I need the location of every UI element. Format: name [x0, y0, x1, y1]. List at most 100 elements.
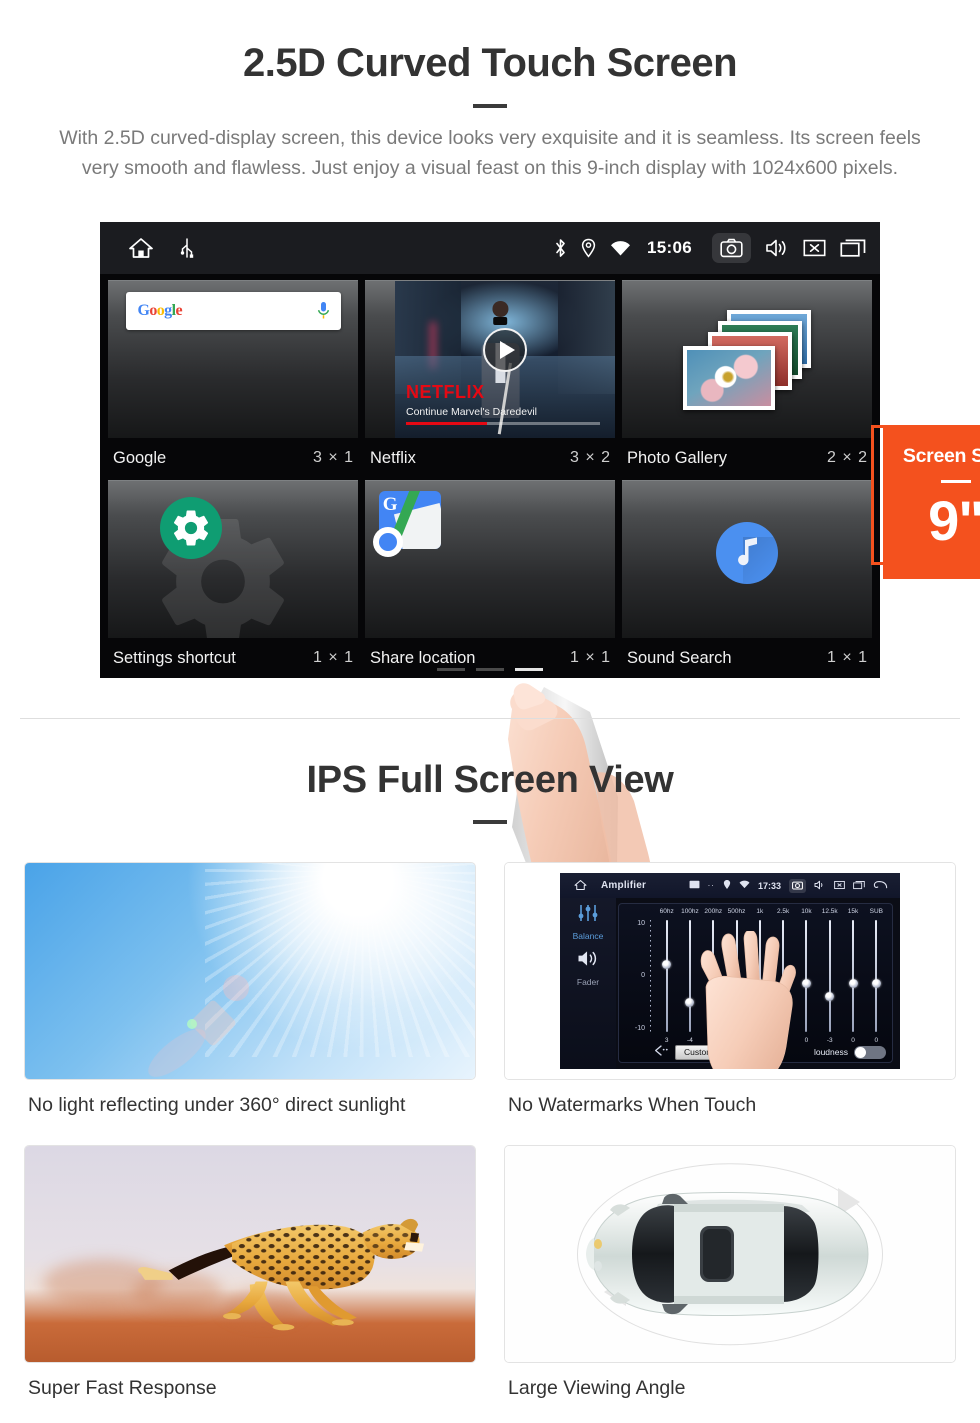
- eq-slider-15k[interactable]: [841, 920, 864, 1032]
- amplifier-sidebar: Balance Fader: [560, 898, 616, 1069]
- sidebar-label-balance[interactable]: Balance: [573, 931, 604, 941]
- touching-hand-illustration: [686, 929, 804, 1069]
- widget-cell-share-location[interactable]: G Share location 1 × 1: [365, 480, 615, 678]
- feature-card-sunlight: No light reflecting under 360° direct su…: [24, 862, 476, 1139]
- scale-label-mid: 0: [641, 971, 645, 979]
- loudness-control[interactable]: loudness: [814, 1045, 886, 1059]
- status-bar-clock: 15:06: [647, 238, 692, 257]
- amplifier-screenshot-image: Amplifier ·· 17:33 Balance Fader 60hz 10…: [504, 862, 956, 1080]
- recents-icon[interactable]: [840, 238, 866, 258]
- close-icon[interactable]: [803, 238, 826, 258]
- section-two-title: IPS Full Screen View: [306, 759, 674, 801]
- widget-name-share-location: Share location: [370, 648, 476, 667]
- sliders-icon[interactable]: [577, 904, 599, 927]
- eq-slider-60hz[interactable]: [655, 920, 678, 1032]
- widget-cell-photo-gallery[interactable]: Photo Gallery 2 × 2: [622, 280, 872, 478]
- camera-icon[interactable]: [789, 878, 806, 893]
- ips-full-screen-view-section: IPS Full Screen View No light reflecting…: [0, 719, 980, 1423]
- sun-rays: [205, 863, 475, 1058]
- back-icon[interactable]: [873, 880, 888, 892]
- maps-person-pin-icon: [373, 527, 403, 557]
- wifi-icon: [739, 880, 750, 891]
- screen-size-badge: Screen Size 9": [883, 427, 980, 579]
- location-icon: [723, 879, 731, 892]
- recents-icon[interactable]: [853, 880, 865, 892]
- loudness-toggle[interactable]: [854, 1045, 886, 1059]
- amplifier-frame: Amplifier ·· 17:33 Balance Fader 60hz 10…: [505, 863, 955, 1079]
- widget-size-netflix: 3 × 2: [569, 449, 611, 466]
- page-dot[interactable]: [437, 668, 465, 671]
- gallery-icon: [689, 880, 700, 891]
- camera-icon[interactable]: [712, 233, 751, 263]
- close-icon[interactable]: [834, 880, 845, 892]
- widget-label-row-sound-search: Sound Search 1 × 1: [622, 638, 872, 678]
- title-underline: [473, 104, 507, 108]
- page-dot[interactable]: [476, 668, 504, 671]
- band-label: 1k: [756, 908, 764, 915]
- band-label: 2.5k: [776, 908, 790, 915]
- widget-cell-sound-search[interactable]: Sound Search 1 × 1: [622, 480, 872, 678]
- character-sunglasses: [493, 316, 508, 325]
- eq-slider-12.5k[interactable]: [818, 920, 841, 1032]
- lens-flare: [187, 1018, 197, 1029]
- band-label: 500hz: [727, 908, 746, 915]
- screen-size-badge-rule: [941, 480, 971, 483]
- page-dot-active[interactable]: [515, 668, 543, 671]
- car-top-view: [586, 1188, 869, 1317]
- cheetah-image: [24, 1145, 476, 1364]
- widget-size-google: 3 × 1: [312, 449, 354, 466]
- widget-preview-sound-search: [622, 480, 872, 638]
- mic-icon[interactable]: [317, 301, 331, 321]
- widget-cell-settings-shortcut[interactable]: Settings shortcut 1 × 1: [108, 480, 358, 678]
- feature-caption-watermarks: No Watermarks When Touch: [508, 1094, 757, 1116]
- play-icon[interactable]: [483, 328, 527, 373]
- status-bar: 15:06: [100, 222, 880, 274]
- netflix-caption: Continue Marvel's Daredevil: [406, 405, 537, 418]
- volume-icon[interactable]: [814, 880, 826, 892]
- usb-icon[interactable]: [180, 237, 194, 259]
- screen-size-badge-title: Screen Size: [902, 445, 980, 467]
- android-home-screen: 15:06 Google Google 3 × 1 NETFLIX Contin…: [100, 222, 880, 678]
- amplifier-title: Amplifier: [601, 880, 647, 891]
- widget-cell-google[interactable]: Google Google 3 × 1: [108, 280, 358, 478]
- netflix-logo: NETFLIX: [406, 382, 485, 403]
- widget-size-photo-gallery: 2 × 2: [826, 449, 868, 466]
- car-top-view-image: [504, 1145, 956, 1364]
- volume-icon[interactable]: [765, 238, 789, 258]
- gear-icon: [160, 497, 222, 559]
- google-logo: Google: [137, 302, 183, 319]
- speaker-icon[interactable]: [576, 949, 600, 973]
- eq-value: 0: [851, 1037, 855, 1044]
- eq-value: -3: [826, 1037, 833, 1044]
- eq-slider-sub[interactable]: [865, 920, 888, 1032]
- google-maps-icon: G: [373, 491, 441, 557]
- widget-size-settings-shortcut: 1 × 1: [312, 649, 354, 666]
- feature-card-grid: No light reflecting under 360° direct su…: [24, 862, 956, 1423]
- feature-caption-response: Super Fast Response: [28, 1377, 217, 1400]
- netflix-artwork: NETFLIX Continue Marvel's Daredevil: [395, 281, 615, 438]
- photo-thumb-flower: [683, 345, 775, 410]
- sidebar-label-fader[interactable]: Fader: [577, 977, 599, 987]
- scale-dotted-line: [650, 920, 651, 1032]
- amplifier-ui: Amplifier ·· 17:33 Balance Fader 60hz 10…: [560, 873, 900, 1069]
- amplifier-clock: 17:33: [757, 880, 781, 891]
- home-icon[interactable]: [574, 879, 587, 893]
- widget-cell-netflix[interactable]: NETFLIX Continue Marvel's Daredevil Netf…: [365, 280, 615, 478]
- google-search-box[interactable]: Google: [125, 292, 341, 330]
- band-label: 12.5k: [821, 908, 838, 915]
- widget-name-sound-search: Sound Search: [627, 648, 732, 667]
- location-icon: [581, 238, 596, 258]
- section-two-title-underline: [473, 820, 507, 824]
- widget-name-netflix: Netflix: [370, 448, 416, 467]
- widget-preview-google: Google: [108, 280, 358, 438]
- photo-stack: [683, 309, 811, 410]
- curved-touch-screen-section: 2.5D Curved Touch Screen With 2.5D curve…: [0, 0, 980, 940]
- eq-value: 0: [874, 1037, 879, 1044]
- more-icon: ··: [707, 881, 715, 890]
- page-indicator[interactable]: [437, 668, 543, 671]
- widget-name-photo-gallery: Photo Gallery: [627, 448, 727, 467]
- home-icon[interactable]: [128, 236, 154, 260]
- back-icon[interactable]: [653, 1045, 669, 1059]
- band-label: 15k: [847, 908, 859, 915]
- widget-label-row-netflix: Netflix 3 × 2: [365, 438, 615, 478]
